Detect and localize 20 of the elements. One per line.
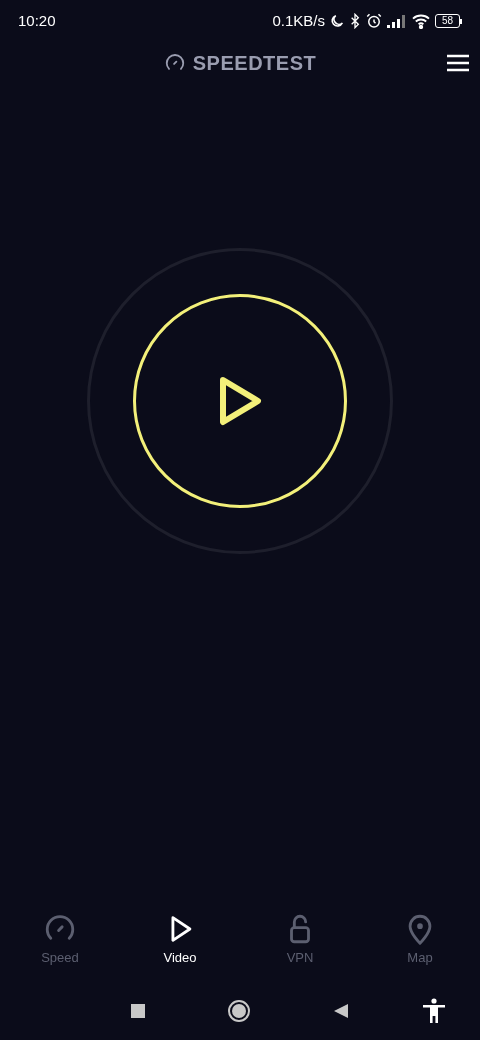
nav-tab[interactable]: VPN <box>240 912 360 982</box>
recents-button[interactable] <box>131 1004 146 1018</box>
wifi-icon <box>411 13 431 29</box>
nav-tab[interactable]: Speed <box>0 912 120 982</box>
home-button[interactable] <box>228 1000 250 1022</box>
nav-tab[interactable]: Map <box>360 912 480 982</box>
clock-time: 10:20 <box>18 10 56 31</box>
play-icon <box>218 376 262 426</box>
back-button[interactable] <box>332 1003 349 1019</box>
menu-icon <box>446 53 470 73</box>
moon-icon <box>329 13 345 29</box>
app-title: SPEEDTEST <box>192 51 317 76</box>
nav-tab[interactable]: Video <box>120 912 240 982</box>
signal-icon <box>387 14 407 28</box>
bluetooth-icon <box>349 13 361 29</box>
battery-icon: 58 <box>435 14 462 28</box>
start-video-test-button[interactable] <box>133 294 347 508</box>
accessibility-icon[interactable] <box>422 998 446 1024</box>
alarm-clock-icon <box>365 12 383 30</box>
network-speed: 0.1KB/s <box>272 10 325 31</box>
